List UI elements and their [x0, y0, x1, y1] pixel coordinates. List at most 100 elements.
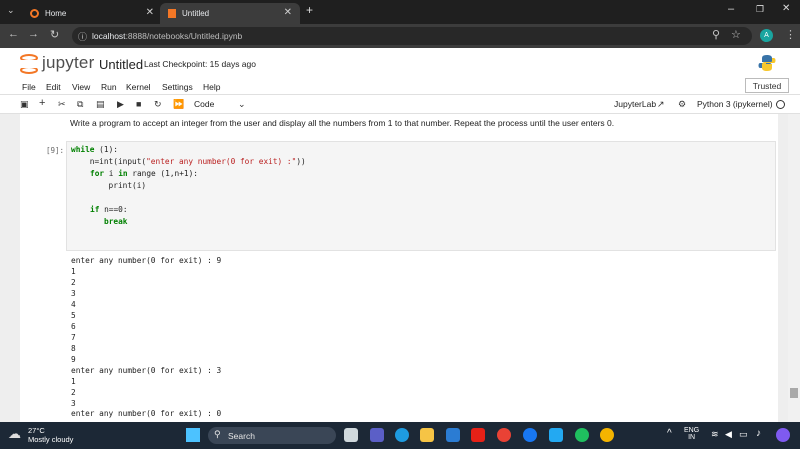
chrome-active-icon[interactable]	[600, 428, 614, 442]
menu-kernel[interactable]: Kernel	[126, 82, 151, 92]
tab-untitled[interactable]: Untitled ✕	[160, 3, 300, 24]
cut-icon[interactable]: ✂	[58, 99, 66, 110]
battery-icon[interactable]: ▭	[739, 429, 748, 440]
menu-run[interactable]: Run	[101, 82, 117, 92]
code-line: print(i)	[71, 181, 147, 190]
url-path: :8888/notebooks/Untitled.ipynb	[125, 31, 243, 41]
forward-icon[interactable]: →	[28, 28, 39, 40]
zoom-icon[interactable]: ⚲	[712, 28, 720, 41]
restart-icon[interactable]: ↻	[154, 99, 162, 110]
notebook-toolbar: ▣ + ✂ ⧉ ▤ ▶ ■ ↻ ⏩ Code ⌄ JupyterLab ↗ ⚙ …	[0, 96, 800, 114]
taskbar-search[interactable]: ⚲ Search	[208, 427, 336, 444]
markdown-cell[interactable]: Write a program to accept an integer fro…	[70, 118, 614, 128]
file-explorer-icon[interactable]	[344, 428, 358, 442]
code-keyword: if	[90, 205, 100, 214]
weather-widget[interactable]: 27°C Mostly cloudy	[28, 426, 73, 444]
stop-icon[interactable]: ■	[136, 99, 141, 109]
notebook-scrollbar[interactable]	[788, 114, 800, 422]
code-text: range (1,n+1):	[127, 169, 198, 178]
weather-cloud-icon: ☁	[8, 426, 21, 441]
save-icon[interactable]: ▣	[20, 99, 29, 110]
chevron-down-icon[interactable]: ⌄	[238, 99, 246, 110]
output-line: 6	[71, 322, 76, 331]
jupyterlab-link[interactable]: JupyterLab	[614, 99, 656, 109]
output-line: 1	[71, 267, 76, 276]
minimize-icon[interactable]: –	[728, 3, 734, 15]
restore-icon[interactable]: ❐	[756, 4, 764, 15]
tab-list-icon[interactable]: ⌄	[7, 5, 15, 16]
insert-cell-icon[interactable]: +	[39, 97, 45, 109]
new-tab-icon[interactable]: +	[306, 3, 313, 17]
run-icon[interactable]: ▶	[117, 99, 124, 110]
tab-home-label: Home	[45, 9, 67, 18]
green-app-icon[interactable]	[575, 428, 589, 442]
paste-icon[interactable]: ▤	[96, 99, 105, 110]
copy-icon[interactable]: ⧉	[77, 99, 83, 110]
search-label: Search	[228, 430, 255, 441]
code-keyword: for	[90, 169, 105, 178]
menu-settings[interactable]: Settings	[162, 82, 193, 92]
menu-help[interactable]: Help	[203, 82, 220, 92]
profile-avatar[interactable]: A	[760, 29, 773, 42]
code-keyword: while	[71, 145, 95, 154]
close-icon[interactable]: ✕	[146, 7, 154, 18]
volume-icon[interactable]: ◀	[725, 429, 732, 440]
jupyter-logo-icon[interactable]	[20, 53, 38, 75]
wifi-icon[interactable]: ≋	[711, 429, 719, 440]
vscode-icon[interactable]	[549, 428, 563, 442]
code-string: "enter any number(0 for exit) :"	[146, 157, 297, 166]
output-line: 4	[71, 300, 76, 309]
mail-icon[interactable]	[446, 428, 460, 442]
notebook-title[interactable]: Untitled	[99, 57, 143, 72]
copilot-icon[interactable]	[776, 428, 790, 442]
scrollbar-thumb[interactable]	[790, 388, 798, 398]
teams-icon[interactable]	[370, 428, 384, 442]
tab-home[interactable]: Home ✕	[24, 3, 162, 24]
language-indicator[interactable]: ENG IN	[684, 427, 699, 441]
chrome-icon[interactable]	[497, 428, 511, 442]
code-line: for i in range (1,n+1):	[90, 169, 198, 178]
notification-bell-icon[interactable]: ♪	[756, 428, 761, 439]
youtube-icon[interactable]	[471, 428, 485, 442]
external-link-icon[interactable]: ↗	[657, 99, 665, 110]
code-text: (1):	[94, 145, 118, 154]
menu-edit[interactable]: Edit	[46, 82, 61, 92]
folder-icon[interactable]	[420, 428, 434, 442]
code-line: while (1):	[71, 145, 118, 154]
code-keyword: in	[118, 169, 128, 178]
weather-temp: 27°C	[28, 426, 45, 435]
back-icon[interactable]: ←	[8, 28, 19, 40]
url-input[interactable]: ⓘ localhost:8888/notebooks/Untitled.ipyn…	[72, 27, 752, 45]
settings-gear-icon[interactable]: ⚙	[678, 99, 686, 110]
bookmark-star-icon[interactable]: ☆	[731, 28, 741, 41]
code-line: if n==0:	[90, 205, 128, 214]
cell-type-select[interactable]: Code	[194, 99, 214, 109]
output-line: 2	[71, 278, 76, 287]
code-line: break	[104, 217, 127, 226]
restart-run-all-icon[interactable]: ⏩	[173, 99, 184, 110]
menu-file[interactable]: File	[22, 82, 36, 92]
more-menu-icon[interactable]: ⋮	[785, 28, 796, 41]
facebook-icon[interactable]	[523, 428, 537, 442]
output-line: enter any number(0 for exit) : 3	[71, 366, 222, 375]
close-icon[interactable]: ✕	[284, 7, 292, 18]
browser-address-bar: ← → ↻ ⓘ localhost:8888/notebooks/Untitle…	[0, 24, 800, 48]
home-tab-favicon-icon	[30, 9, 39, 18]
trusted-button[interactable]: Trusted	[745, 78, 789, 93]
menu-view[interactable]: View	[72, 82, 90, 92]
output-line: 3	[71, 399, 76, 408]
code-cell-editor[interactable]: while (1): n=int(input("enter any number…	[66, 141, 776, 251]
edge-icon[interactable]	[395, 428, 409, 442]
tray-chevron-up-icon[interactable]: ^	[667, 428, 672, 439]
windows-taskbar: ☁ 27°C Mostly cloudy ⚲ Search ^ ENG IN ≋…	[0, 422, 800, 449]
search-icon: ⚲	[214, 429, 221, 439]
kernel-status-icon	[776, 100, 785, 109]
jupyter-wordmark: jupyter	[42, 53, 95, 72]
notebook-favicon-icon	[168, 9, 176, 18]
output-line: 8	[71, 344, 76, 353]
reload-icon[interactable]: ↻	[50, 28, 59, 41]
site-info-icon[interactable]: ⓘ	[78, 30, 87, 43]
windows-start-icon[interactable]	[186, 428, 200, 442]
window-close-icon[interactable]: ✕	[782, 3, 790, 14]
kernel-name[interactable]: Python 3 (ipykernel)	[697, 99, 773, 109]
